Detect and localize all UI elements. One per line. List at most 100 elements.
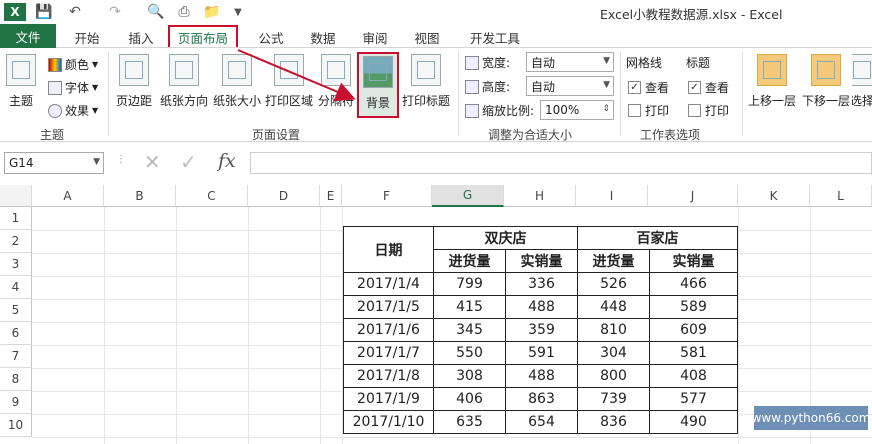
tab-review[interactable]: 审阅 xyxy=(352,27,398,47)
tab-view[interactable]: 视图 xyxy=(404,27,450,47)
date-cell[interactable]: 2017/1/7 xyxy=(343,341,434,365)
gridlines-print-checkbox[interactable]: 打印 xyxy=(628,102,669,119)
column-header[interactable]: K xyxy=(738,185,810,207)
column-header[interactable]: D xyxy=(248,185,320,207)
row-header[interactable]: 6 xyxy=(0,322,32,345)
formula-input[interactable] xyxy=(250,152,872,174)
value-cell[interactable]: 490 xyxy=(649,410,738,434)
breaks-button[interactable]: 分隔符 xyxy=(318,54,354,109)
fonts-button[interactable]: 字体 ▼ xyxy=(48,79,98,96)
value-cell[interactable]: 415 xyxy=(433,295,506,319)
height-select[interactable]: 自动 ▼ xyxy=(526,76,614,96)
row-header[interactable]: 8 xyxy=(0,368,32,391)
value-cell[interactable]: 799 xyxy=(433,272,506,296)
send-backward-button[interactable]: 下移一层 xyxy=(802,54,850,109)
value-cell[interactable]: 581 xyxy=(649,341,738,365)
row-header[interactable]: 4 xyxy=(0,276,32,299)
value-cell[interactable]: 577 xyxy=(649,387,738,411)
sub-header[interactable]: 进货量 xyxy=(577,249,650,273)
row-header[interactable]: 3 xyxy=(0,253,32,276)
column-header[interactable]: I xyxy=(576,185,648,207)
row-header[interactable]: 10 xyxy=(0,414,32,437)
worksheet-grid[interactable]: A B C D E F G H I J K L 1 2 3 4 5 6 7 8 … xyxy=(0,185,872,444)
background-button[interactable]: 背景 xyxy=(357,52,399,118)
width-select[interactable]: 自动 ▼ xyxy=(526,52,614,72)
tab-page-layout[interactable]: 页面布局 xyxy=(168,25,238,47)
sub-header[interactable]: 进货量 xyxy=(433,249,506,273)
date-cell[interactable]: 2017/1/4 xyxy=(343,272,434,296)
row-header[interactable]: 1 xyxy=(0,207,32,230)
select-all-corner[interactable] xyxy=(0,185,32,207)
open-icon[interactable]: 📁 xyxy=(202,3,222,21)
value-cell[interactable]: 336 xyxy=(505,272,578,296)
colors-button[interactable]: 颜色 ▼ xyxy=(48,56,98,73)
value-cell[interactable]: 466 xyxy=(649,272,738,296)
value-cell[interactable]: 488 xyxy=(505,364,578,388)
value-cell[interactable]: 609 xyxy=(649,318,738,342)
value-cell[interactable]: 448 xyxy=(577,295,650,319)
headings-print-checkbox[interactable]: 打印 xyxy=(688,102,729,119)
tab-developer[interactable]: 开发工具 xyxy=(460,27,530,47)
print-area-button[interactable]: 打印区域 xyxy=(265,54,313,109)
value-cell[interactable]: 408 xyxy=(649,364,738,388)
sub-header[interactable]: 实销量 xyxy=(505,249,578,273)
value-cell[interactable]: 654 xyxy=(505,410,578,434)
store-header[interactable]: 百家店 xyxy=(577,226,738,250)
column-header[interactable]: C xyxy=(176,185,248,207)
value-cell[interactable]: 800 xyxy=(577,364,650,388)
customize-icon[interactable]: ▼ xyxy=(230,3,246,21)
tab-data[interactable]: 数据 xyxy=(300,27,346,47)
value-cell[interactable]: 739 xyxy=(577,387,650,411)
insert-function-icon[interactable]: fx xyxy=(218,150,236,172)
quick-print-icon[interactable]: ⎙ xyxy=(174,3,194,21)
value-cell[interactable]: 635 xyxy=(433,410,506,434)
store-header[interactable]: 双庆店 xyxy=(433,226,578,250)
column-header[interactable]: A xyxy=(32,185,104,207)
value-cell[interactable]: 359 xyxy=(505,318,578,342)
row-header[interactable]: 7 xyxy=(0,345,32,368)
row-header[interactable]: 2 xyxy=(0,230,32,253)
size-button[interactable]: 纸张大小 xyxy=(213,54,261,109)
value-cell[interactable]: 863 xyxy=(505,387,578,411)
selection-pane-button[interactable]: 选择 xyxy=(852,54,872,109)
value-cell[interactable]: 345 xyxy=(433,318,506,342)
date-cell[interactable]: 2017/1/6 xyxy=(343,318,434,342)
row-header[interactable]: 9 xyxy=(0,391,32,414)
date-cell[interactable]: 2017/1/5 xyxy=(343,295,434,319)
undo-icon[interactable]: ↶ xyxy=(64,3,86,21)
column-header[interactable]: F xyxy=(342,185,432,207)
sub-header[interactable]: 实销量 xyxy=(649,249,738,273)
tab-file[interactable]: 文件 xyxy=(0,24,56,48)
date-cell[interactable]: 2017/1/9 xyxy=(343,387,434,411)
enter-icon[interactable]: ✓ xyxy=(180,150,197,174)
value-cell[interactable]: 591 xyxy=(505,341,578,365)
cancel-icon[interactable]: ✕ xyxy=(144,150,161,174)
value-cell[interactable]: 550 xyxy=(433,341,506,365)
print-preview-icon[interactable]: 🔍 xyxy=(146,3,166,21)
gridlines-view-checkbox[interactable]: ✓ 查看 xyxy=(628,79,669,96)
value-cell[interactable]: 810 xyxy=(577,318,650,342)
value-cell[interactable]: 304 xyxy=(577,341,650,365)
date-cell[interactable]: 2017/1/10 xyxy=(343,410,434,434)
value-cell[interactable]: 308 xyxy=(433,364,506,388)
orientation-button[interactable]: 纸张方向 xyxy=(160,54,208,109)
value-cell[interactable]: 526 xyxy=(577,272,650,296)
value-cell[interactable]: 406 xyxy=(433,387,506,411)
column-header[interactable]: H xyxy=(504,185,576,207)
value-cell[interactable]: 589 xyxy=(649,295,738,319)
column-header[interactable]: J xyxy=(648,185,738,207)
effects-button[interactable]: 效果 ▼ xyxy=(48,102,98,119)
column-header[interactable]: E xyxy=(320,185,342,207)
tab-formulas[interactable]: 公式 xyxy=(248,27,294,47)
value-cell[interactable]: 488 xyxy=(505,295,578,319)
scale-input[interactable]: 100% ⇕ xyxy=(540,100,614,120)
date-cell[interactable]: 2017/1/8 xyxy=(343,364,434,388)
redo-icon[interactable]: ↷ xyxy=(104,3,126,21)
name-box[interactable]: G14 ▼ xyxy=(4,152,104,174)
date-header[interactable]: 日期 xyxy=(343,226,434,273)
column-header-selected[interactable]: G xyxy=(432,185,504,207)
column-header[interactable]: L xyxy=(810,185,872,207)
margins-button[interactable]: 页边距 xyxy=(116,54,152,109)
tab-home[interactable]: 开始 xyxy=(64,27,110,47)
save-icon[interactable]: 💾 xyxy=(34,3,54,21)
